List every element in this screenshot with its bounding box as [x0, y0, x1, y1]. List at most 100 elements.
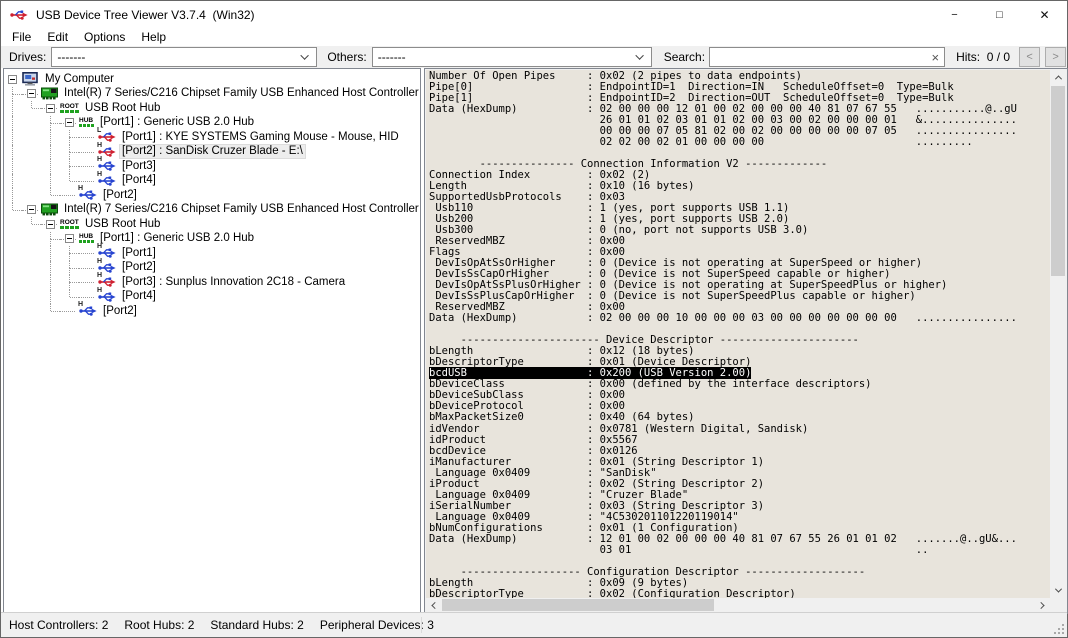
tree-item-label[interactable]: Intel(R) 7 Series/C216 Chipset Family US…	[62, 87, 421, 100]
tree-connector	[79, 261, 98, 276]
menu-item-edit[interactable]: Edit	[39, 29, 76, 46]
device-detail-text: Number Of Open Pipes : 0x02 (2 pipes to …	[426, 70, 1050, 598]
tree-item-label[interactable]: [Port2] : SanDisk Cruzer Blade - E:\	[120, 145, 305, 158]
tree-item-label[interactable]: [Port2]	[101, 305, 139, 318]
clear-search-icon[interactable]: ×	[931, 51, 939, 64]
scroll-left-icon[interactable]	[426, 598, 441, 612]
tree-item[interactable]: H[Port4]	[3, 290, 420, 305]
tree-connector	[60, 174, 79, 189]
tree-expand-cell	[41, 217, 60, 232]
collapse-toggle-icon[interactable]	[46, 220, 55, 229]
detail-line: 03 01 ..	[429, 545, 1050, 556]
scroll-up-icon[interactable]	[1050, 70, 1066, 85]
tree-item[interactable]: H[Port2] : SanDisk Cruzer Blade - E:\	[3, 145, 420, 160]
collapse-toggle-icon[interactable]	[27, 205, 36, 214]
tree-expand-cell	[3, 72, 22, 87]
status-bar: Host Controllers: 2Root Hubs: 2Standard …	[1, 612, 1067, 637]
collapse-toggle-icon[interactable]	[46, 104, 55, 113]
tree-guide-line	[22, 246, 41, 261]
tree-expand-cell	[60, 116, 79, 131]
maximize-button[interactable]: □	[977, 1, 1022, 29]
tree-item[interactable]: H [Port2]	[3, 188, 420, 203]
tree-item[interactable]: H[Port2]	[3, 261, 420, 276]
next-hit-button[interactable]: >	[1045, 47, 1066, 67]
tree-guide-line	[22, 159, 41, 174]
status-segment: Root Hubs: 2	[124, 618, 194, 632]
tree-item[interactable]: H[Port3]	[3, 159, 420, 174]
tree-guide-line	[22, 145, 41, 160]
tree-item[interactable]: L[Port1] : KYE SYSTEMS Gaming Mouse - Mo…	[3, 130, 420, 145]
tree-guide-line	[3, 130, 22, 145]
device-tree-pane[interactable]: My ComputerIntel(R) 7 Series/C216 Chipse…	[3, 68, 421, 614]
tree-item-label[interactable]: [Port1] : KYE SYSTEMS Gaming Mouse - Mou…	[120, 131, 401, 144]
tree-item[interactable]: H [Port4]	[3, 174, 420, 189]
drives-combobox[interactable]: -------	[51, 47, 317, 67]
tree-connector	[79, 246, 98, 261]
tree-item-label[interactable]: [Port4]	[120, 290, 158, 303]
menu-item-help[interactable]: Help	[133, 29, 174, 46]
device-detail-pane[interactable]: Number Of Open Pipes : 0x02 (2 pipes to …	[424, 68, 1068, 614]
tree-item-label[interactable]: [Port3]	[120, 160, 158, 173]
tree-item-label[interactable]: [Port2]	[120, 261, 158, 274]
tree-guide-line	[41, 246, 60, 261]
collapse-toggle-icon[interactable]	[8, 75, 17, 84]
tree-item-label[interactable]: Intel(R) 7 Series/C216 Chipset Family US…	[62, 203, 421, 216]
collapse-toggle-icon[interactable]	[65, 234, 74, 243]
tree-expand-cell	[41, 101, 60, 116]
search-input[interactable]	[710, 49, 931, 65]
tree-item-label[interactable]: USB Root Hub	[83, 102, 162, 115]
root-hub-icon: ROOT	[60, 220, 79, 229]
tree-item-label[interactable]: My Computer	[43, 73, 116, 86]
status-segment: Host Controllers: 2	[9, 618, 108, 632]
tree-item-label[interactable]: [Port1] : Generic USB 2.0 Hub	[98, 116, 256, 129]
menu-bar: FileEditOptionsHelp	[1, 29, 1067, 46]
scroll-down-icon[interactable]	[1050, 583, 1066, 598]
menu-item-file[interactable]: File	[4, 29, 39, 46]
vertical-scroll-thumb[interactable]	[1051, 86, 1065, 276]
tree-guide-line	[41, 261, 60, 276]
tree-connector	[22, 217, 41, 232]
resize-grip[interactable]	[1053, 623, 1065, 635]
tree-guide-line	[3, 232, 22, 247]
drives-label: Drives:	[9, 50, 46, 64]
tree-connector	[41, 188, 60, 203]
tree-item-label[interactable]: [Port1]	[120, 247, 158, 260]
usb-port-icon: H	[79, 189, 97, 201]
tree-item[interactable]: HUB[Port1] : Generic USB 2.0 Hub	[3, 116, 420, 131]
tree-item[interactable]: HUB[Port1] : Generic USB 2.0 Hub	[3, 232, 420, 247]
tree-item[interactable]: Intel(R) 7 Series/C216 Chipset Family US…	[3, 203, 420, 218]
tree-connector	[3, 87, 22, 102]
minimize-button[interactable]: −	[932, 1, 977, 29]
close-button[interactable]: ✕	[1022, 1, 1067, 29]
tree-guide-line	[3, 246, 22, 261]
collapse-toggle-icon[interactable]	[27, 89, 36, 98]
tree-item[interactable]: Intel(R) 7 Series/C216 Chipset Family US…	[3, 87, 420, 102]
usb-port-icon: H	[98, 175, 116, 187]
tree-item-label[interactable]: [Port4]	[120, 174, 158, 187]
tree-item-label[interactable]: [Port3] : Sunplus Innovation 2C18 - Came…	[120, 276, 347, 289]
horizontal-scroll-thumb[interactable]	[442, 599, 714, 611]
tree-connector	[60, 188, 79, 203]
chevron-down-icon	[635, 51, 643, 59]
app-window: USB Device Tree Viewer V3.7.4 (Win32) − …	[0, 0, 1068, 638]
others-combobox[interactable]: -------	[372, 47, 652, 67]
tree-item-label[interactable]: [Port1] : Generic USB 2.0 Hub	[98, 232, 256, 245]
menu-item-options[interactable]: Options	[76, 29, 133, 46]
tree-item[interactable]: H[Port2]	[3, 304, 420, 319]
tree-connector	[79, 145, 98, 160]
tree-guide-line	[22, 275, 41, 290]
tree-connector	[41, 232, 60, 247]
tree-item[interactable]: H[Port1]	[3, 246, 420, 261]
tree-item-label[interactable]: [Port2]	[101, 189, 139, 202]
previous-hit-button[interactable]: <	[1019, 47, 1040, 67]
tree-item-label[interactable]: USB Root Hub	[83, 218, 162, 231]
vertical-scrollbar[interactable]	[1050, 70, 1066, 598]
tree-item[interactable]: My Computer	[3, 72, 420, 87]
tree-item[interactable]: H[Port3] : Sunplus Innovation 2C18 - Cam…	[3, 275, 420, 290]
tree-item[interactable]: ROOT USB Root Hub	[3, 217, 420, 232]
horizontal-scrollbar[interactable]	[426, 598, 1050, 612]
detail-line: Data (HexDump) : 02 00 00 00 10 00 00 00…	[429, 313, 1050, 324]
tree-item[interactable]: ROOTUSB Root Hub	[3, 101, 420, 116]
collapse-toggle-icon[interactable]	[65, 118, 74, 127]
scroll-right-icon[interactable]	[1035, 598, 1050, 612]
